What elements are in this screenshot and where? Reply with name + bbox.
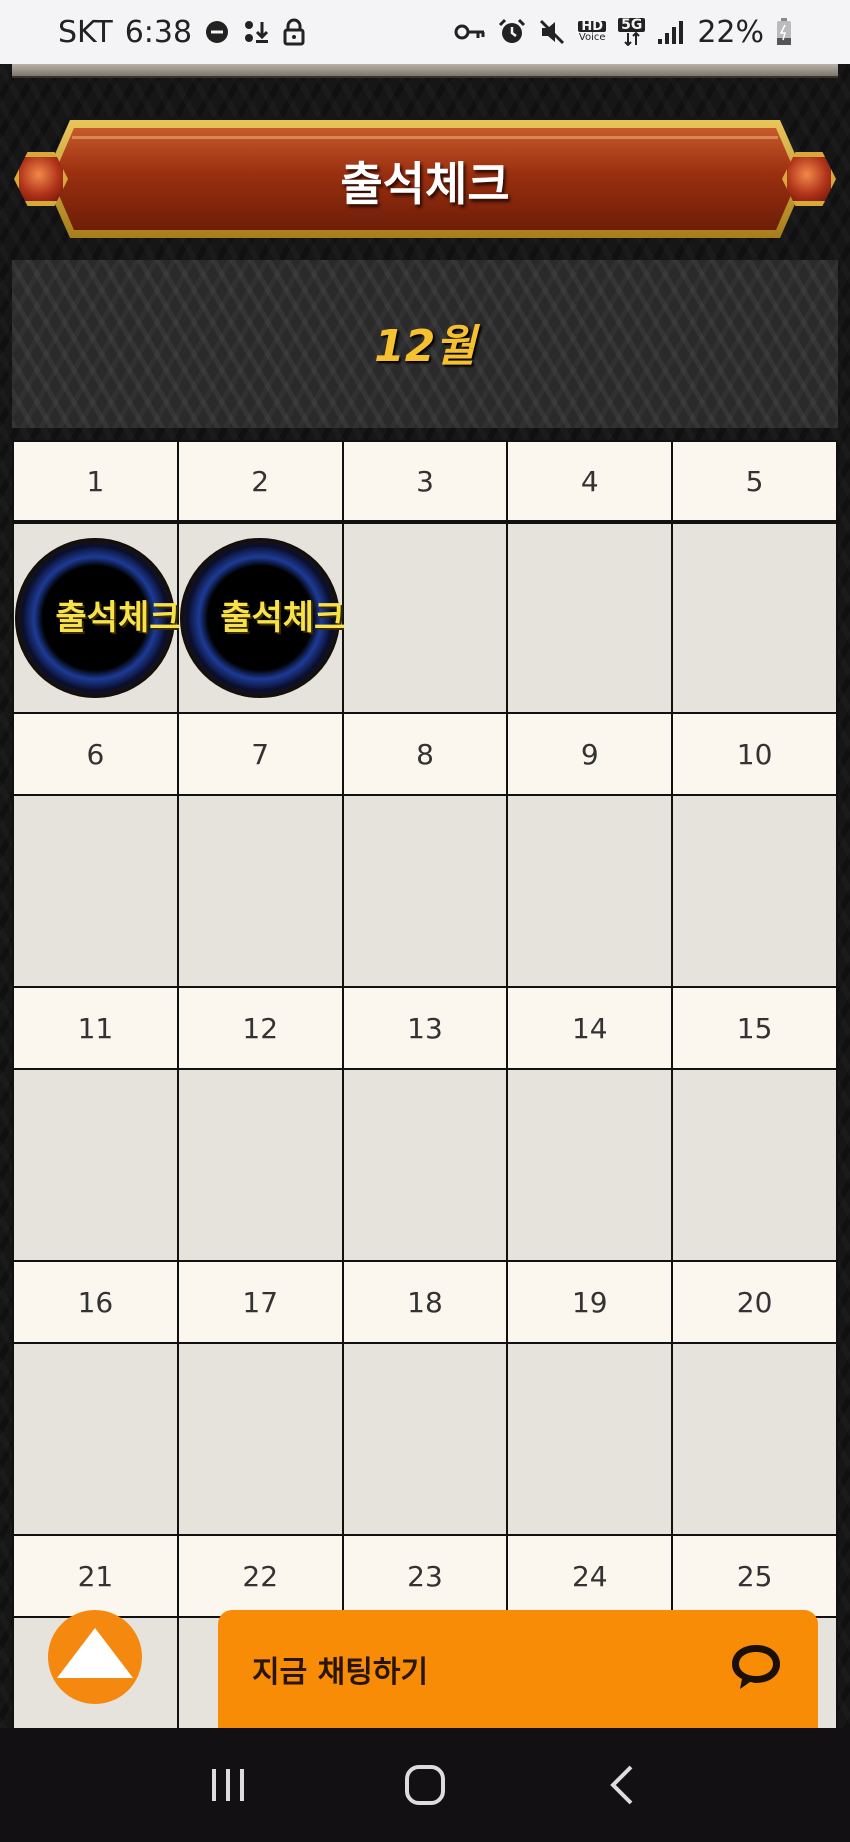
- calendar-date-label: 15: [673, 988, 838, 1070]
- lock-icon: [282, 18, 306, 46]
- calendar-date-label: 8: [343, 714, 509, 796]
- do-not-disturb-icon: [204, 19, 230, 45]
- calendar-day-cell[interactable]: [508, 1344, 674, 1536]
- calendar-date-label: 7: [178, 714, 344, 796]
- chat-label: 지금 채팅하기: [252, 1655, 429, 1690]
- chat-bubble-icon: [728, 1641, 784, 1697]
- date-row: 6 7 8 9 10: [14, 714, 838, 796]
- network-label: 5G: [618, 18, 646, 32]
- signal-icon: [657, 19, 685, 45]
- calendar-date-label: 16: [14, 1262, 179, 1344]
- calendar-date-label: 1: [14, 440, 179, 522]
- attendance-stamp-icon: 출석체크: [180, 538, 346, 698]
- calendar-date-label: 17: [178, 1262, 344, 1344]
- month-header: 12월: [12, 260, 838, 428]
- calendar-day-cell[interactable]: [14, 796, 179, 988]
- voice-label: Voice: [578, 32, 606, 43]
- clock: 6:38: [124, 14, 193, 50]
- system-nav-bar: [0, 1728, 850, 1842]
- calendar-day-cell[interactable]: [178, 1344, 344, 1536]
- calendar-date-label: 23: [343, 1536, 509, 1618]
- stamp-row: [14, 1344, 838, 1536]
- calendar-day-cell[interactable]: [178, 796, 344, 988]
- calendar-date-label: 18: [343, 1262, 509, 1344]
- calendar-date-label: 12: [178, 988, 344, 1070]
- calendar-date-label: 4: [508, 440, 674, 522]
- calendar-date-label: 19: [508, 1262, 674, 1344]
- calendar-day-cell[interactable]: [673, 1070, 838, 1262]
- mute-icon: [538, 18, 566, 46]
- calendar-week: 16 17 18 19 20: [14, 1262, 838, 1536]
- stamp-row: 출석체크 출석체크: [14, 522, 838, 714]
- calendar-day-cell[interactable]: 출석체크: [14, 522, 181, 714]
- battery-percent: 22%: [697, 14, 764, 50]
- alarm-icon: [498, 18, 526, 46]
- stamp-label: 출석체크: [55, 598, 181, 638]
- attendance-page: 출석체크 12월 1 2 3 4 5 출석체크 출석체크 6 7 8 9 10 11 12 13 14 15 16…: [0, 64, 850, 1728]
- calendar-day-cell[interactable]: 출석체크: [178, 522, 346, 714]
- chat-now-button[interactable]: 지금 채팅하기: [218, 1610, 818, 1728]
- calendar-date-label: 25: [673, 1536, 838, 1618]
- date-row: 12345: [14, 440, 838, 522]
- date-row: 11 12 13 14 15: [14, 988, 838, 1070]
- hd-label: HD: [578, 20, 607, 33]
- calendar-day-cell[interactable]: [673, 796, 838, 988]
- status-bar: SKT 6:38 HD Voice 5G 22%: [0, 0, 850, 64]
- calendar-date-label: 10: [673, 714, 838, 796]
- title-banner: 출석체크: [14, 114, 836, 244]
- stamp-row: [14, 796, 838, 988]
- calendar-date-label: 22: [178, 1536, 344, 1618]
- calendar-date-label: 20: [673, 1262, 838, 1344]
- calendar-date-label: 5: [673, 440, 838, 522]
- calendar-day-cell[interactable]: [508, 796, 674, 988]
- calendar-date-label: 6: [14, 714, 179, 796]
- calendar-week: 1 2 3 4 5 출석체크 출석체크: [14, 440, 838, 714]
- month-label: 12월: [374, 321, 476, 372]
- 5g-icon: 5G: [618, 18, 646, 46]
- stamp-row: [14, 1070, 838, 1262]
- stamp-label: 출석체크: [220, 598, 346, 638]
- vpn-key-icon: [454, 22, 486, 42]
- back-icon[interactable]: [587, 1750, 657, 1820]
- calendar-day-cell[interactable]: [508, 522, 674, 714]
- calendar-day-cell[interactable]: [343, 522, 509, 714]
- calendar-date-label: 21: [14, 1536, 179, 1618]
- arrow-up-icon: [57, 1628, 133, 1678]
- recent-apps-icon[interactable]: [193, 1750, 263, 1820]
- calendar-week: 11 12 13 14 15: [14, 988, 838, 1262]
- calendar-date-label: 2: [178, 440, 344, 522]
- page-title: 출석체크: [340, 157, 510, 211]
- carrier-label: SKT: [58, 14, 113, 50]
- calendar-day-cell[interactable]: [673, 522, 838, 714]
- calendar-day-cell[interactable]: [673, 1344, 838, 1536]
- calendar-day-cell[interactable]: [343, 1070, 509, 1262]
- calendar-day-cell[interactable]: [343, 796, 509, 988]
- calendar-day-cell[interactable]: [508, 1070, 674, 1262]
- status-right: HD Voice 5G 22%: [454, 15, 792, 50]
- download-icon: [242, 18, 270, 46]
- calendar-date-label: 3: [343, 440, 509, 522]
- attendance-calendar: 1 2 3 4 5 출석체크 출석체크 6 7 8 9 10 11 12 13 14 15 16 17 18 19 20 2…: [12, 440, 838, 1728]
- calendar-day-cell[interactable]: [14, 1344, 179, 1536]
- date-row: 16 17 18 19 20: [14, 1262, 838, 1344]
- date-row: 21 22 23 24 25: [14, 1536, 838, 1618]
- calendar-date-label: 24: [508, 1536, 674, 1618]
- calendar-date-label: 14: [508, 988, 674, 1070]
- calendar-date-label: 13: [343, 988, 509, 1070]
- calendar-week: 6 7 8 9 10: [14, 714, 838, 988]
- home-icon[interactable]: [390, 1750, 460, 1820]
- hd-voice-icon: HD Voice: [578, 20, 607, 43]
- calendar-day-cell[interactable]: [343, 1344, 509, 1536]
- calendar-date-label: 11: [14, 988, 179, 1070]
- status-left: SKT 6:38: [58, 15, 306, 50]
- top-divider: [12, 64, 838, 78]
- battery-icon: [776, 18, 792, 46]
- calendar-day-cell[interactable]: [14, 1070, 179, 1262]
- scroll-to-top-button[interactable]: [48, 1610, 142, 1704]
- attendance-stamp-icon: 출석체크: [15, 538, 181, 698]
- calendar-date-label: 9: [508, 714, 674, 796]
- calendar-day-cell[interactable]: [178, 1070, 344, 1262]
